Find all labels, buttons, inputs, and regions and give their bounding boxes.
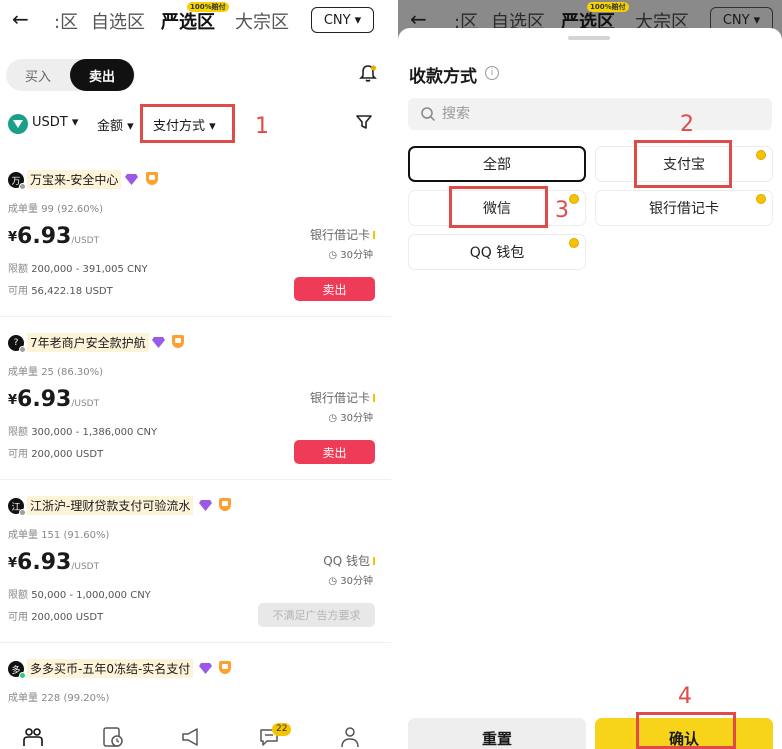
- tab-partial[interactable]: :区: [54, 8, 78, 34]
- time-tag: ◷ 30分钟: [328, 250, 373, 261]
- available: 可用 200,000 USDT: [8, 612, 104, 623]
- bottom-tab-bar: [0, 720, 391, 749]
- annotation-3: 3: [555, 198, 569, 223]
- top-nav: ← :区 自选区 严选区 100%赔付 大宗区 CNY ▾: [0, 0, 391, 40]
- diamond-icon: [152, 337, 165, 348]
- annotation-box-payment: [140, 104, 235, 143]
- avatar: 万: [8, 172, 26, 190]
- avatar: 江: [8, 498, 26, 516]
- available: 可用 56,422.18 USDT: [8, 286, 113, 297]
- limit: 限额 200,000 - 391,005 CNY: [8, 264, 148, 275]
- coin-icon: [756, 150, 766, 160]
- diamond-icon: [199, 500, 212, 511]
- available: 可用 200,000 USDT: [8, 449, 104, 460]
- info-icon[interactable]: i: [485, 66, 499, 80]
- shield-icon: [219, 661, 231, 674]
- avatar: ?: [8, 335, 26, 353]
- shield-icon: [219, 498, 231, 511]
- shield-icon: [146, 172, 158, 185]
- bottom-sheet: 收款方式 i 全部 支付宝 微信 银行借记卡 QQ 钱包 2 3 重置 确认 4: [398, 28, 782, 749]
- buy-sell-toggle: 买入 卖出: [6, 59, 135, 91]
- sheet-grabber[interactable]: [568, 36, 610, 40]
- merchant-list-screen: ← :区 自选区 严选区 100%赔付 大宗区 CNY ▾ 买入 卖出 USDT …: [0, 0, 391, 749]
- merchant-card[interactable]: 多 多多买币-五年0冻结-实名支付 成单量 228 (99.20%): [0, 635, 391, 715]
- annotation-1: 1: [255, 114, 269, 139]
- option-all[interactable]: 全部: [408, 146, 586, 182]
- asset-filter[interactable]: USDT ▾: [32, 115, 78, 130]
- search-input[interactable]: [442, 98, 742, 130]
- time-tag: ◷ 30分钟: [328, 576, 373, 587]
- limit: 限额 300,000 - 1,386,000 CNY: [8, 427, 158, 438]
- diamond-icon: [199, 663, 212, 674]
- annotation-box-alipay: [634, 140, 732, 188]
- tab-watchlist[interactable]: 自选区: [91, 8, 145, 34]
- option-bank-debit-card[interactable]: 银行借记卡: [595, 190, 773, 226]
- ineligible-button: 不满足广告方要求: [258, 603, 375, 627]
- merchant-card[interactable]: ? 7年老商户安全款护航 成单量 25 (86.30%) ¥6.93/USDT …: [0, 309, 391, 472]
- currency-label: CNY: [722, 12, 750, 28]
- currency-label: CNY: [323, 12, 351, 28]
- compensation-badge: 100%赔付: [587, 2, 629, 12]
- payment-tag: 银行借记卡: [310, 226, 375, 243]
- compensation-badge: 100%赔付: [187, 2, 229, 12]
- order-rate: 成单量 228 (99.20%): [8, 693, 110, 704]
- shield-icon: [172, 335, 184, 348]
- back-arrow-icon[interactable]: ←: [12, 8, 29, 30]
- caret-down-icon: ▾: [753, 12, 761, 28]
- merchant-name[interactable]: 7年老商户安全款护航: [27, 333, 149, 352]
- price: ¥6.93/USDT: [8, 387, 100, 412]
- price: ¥6.93/USDT: [8, 224, 100, 249]
- coin-icon: [569, 194, 579, 204]
- currency-select[interactable]: CNY ▾: [311, 7, 374, 33]
- merchant-name[interactable]: 多多买币-五年0冻结-实名支付: [27, 659, 194, 678]
- usdt-icon: [8, 114, 28, 134]
- search-icon: [421, 107, 436, 122]
- diamond-icon: [125, 174, 138, 185]
- p2p-users-icon[interactable]: [22, 726, 44, 748]
- payment-method-sheet-screen: ← :区 自选区 严选区100%赔付 大宗区 CNY ▾ 收款方式 i 全部 支…: [398, 0, 782, 749]
- orders-clock-icon[interactable]: [102, 726, 124, 748]
- coin-icon: [569, 238, 579, 248]
- back-arrow-icon[interactable]: ←: [410, 8, 427, 30]
- payment-tag: 银行借记卡: [310, 389, 375, 406]
- funnel-filter-icon[interactable]: [355, 113, 373, 131]
- option-qq-wallet[interactable]: QQ 钱包: [408, 234, 586, 270]
- order-rate: 成单量 25 (86.30%): [8, 367, 104, 378]
- notification-bell-icon[interactable]: [358, 64, 378, 84]
- tab-block-trade[interactable]: 大宗区: [235, 8, 289, 34]
- merchant-name[interactable]: 江浙沪-理财贷款支付可验流水: [27, 496, 194, 515]
- buy-tab[interactable]: 买入: [6, 59, 70, 91]
- amount-filter[interactable]: 金额 ▾: [97, 115, 134, 134]
- merchant-name[interactable]: 万宝来-安全中心: [27, 170, 122, 189]
- chat-unread-badge: 22: [272, 723, 292, 736]
- sell-button[interactable]: 卖出: [294, 440, 375, 464]
- price: ¥6.93/USDT: [8, 550, 100, 575]
- annotation-4: 4: [678, 684, 692, 709]
- order-rate: 成单量 99 (92.60%): [8, 204, 104, 215]
- limit: 限额 50,000 - 1,000,000 CNY: [8, 590, 151, 601]
- sell-button[interactable]: 卖出: [294, 277, 375, 301]
- sheet-title: 收款方式: [409, 67, 477, 87]
- avatar: 多: [8, 661, 26, 679]
- search-box: [408, 98, 772, 130]
- tab-selected-zone[interactable]: 严选区 100%赔付: [161, 2, 229, 34]
- coin-icon: [756, 194, 766, 204]
- merchant-card[interactable]: 江 江浙沪-理财贷款支付可验流水 成单量 151 (91.60%) ¥6.93/…: [0, 472, 391, 635]
- order-rate: 成单量 151 (91.60%): [8, 530, 110, 541]
- megaphone-icon[interactable]: [180, 726, 202, 748]
- time-tag: ◷ 30分钟: [328, 413, 373, 424]
- panel-gap: [391, 0, 398, 749]
- annotation-box-confirm: [636, 712, 736, 749]
- reset-button[interactable]: 重置: [408, 718, 586, 749]
- caret-down-icon: ▾: [354, 12, 362, 28]
- annotation-box-wechat: [449, 186, 548, 228]
- sell-tab[interactable]: 卖出: [70, 59, 134, 91]
- annotation-2: 2: [680, 112, 694, 137]
- payment-tag: QQ 钱包: [323, 552, 375, 569]
- profile-icon[interactable]: [339, 726, 361, 748]
- merchant-card[interactable]: 万 万宝来-安全中心 成单量 99 (92.60%) ¥6.93/USDT 限额…: [0, 146, 391, 309]
